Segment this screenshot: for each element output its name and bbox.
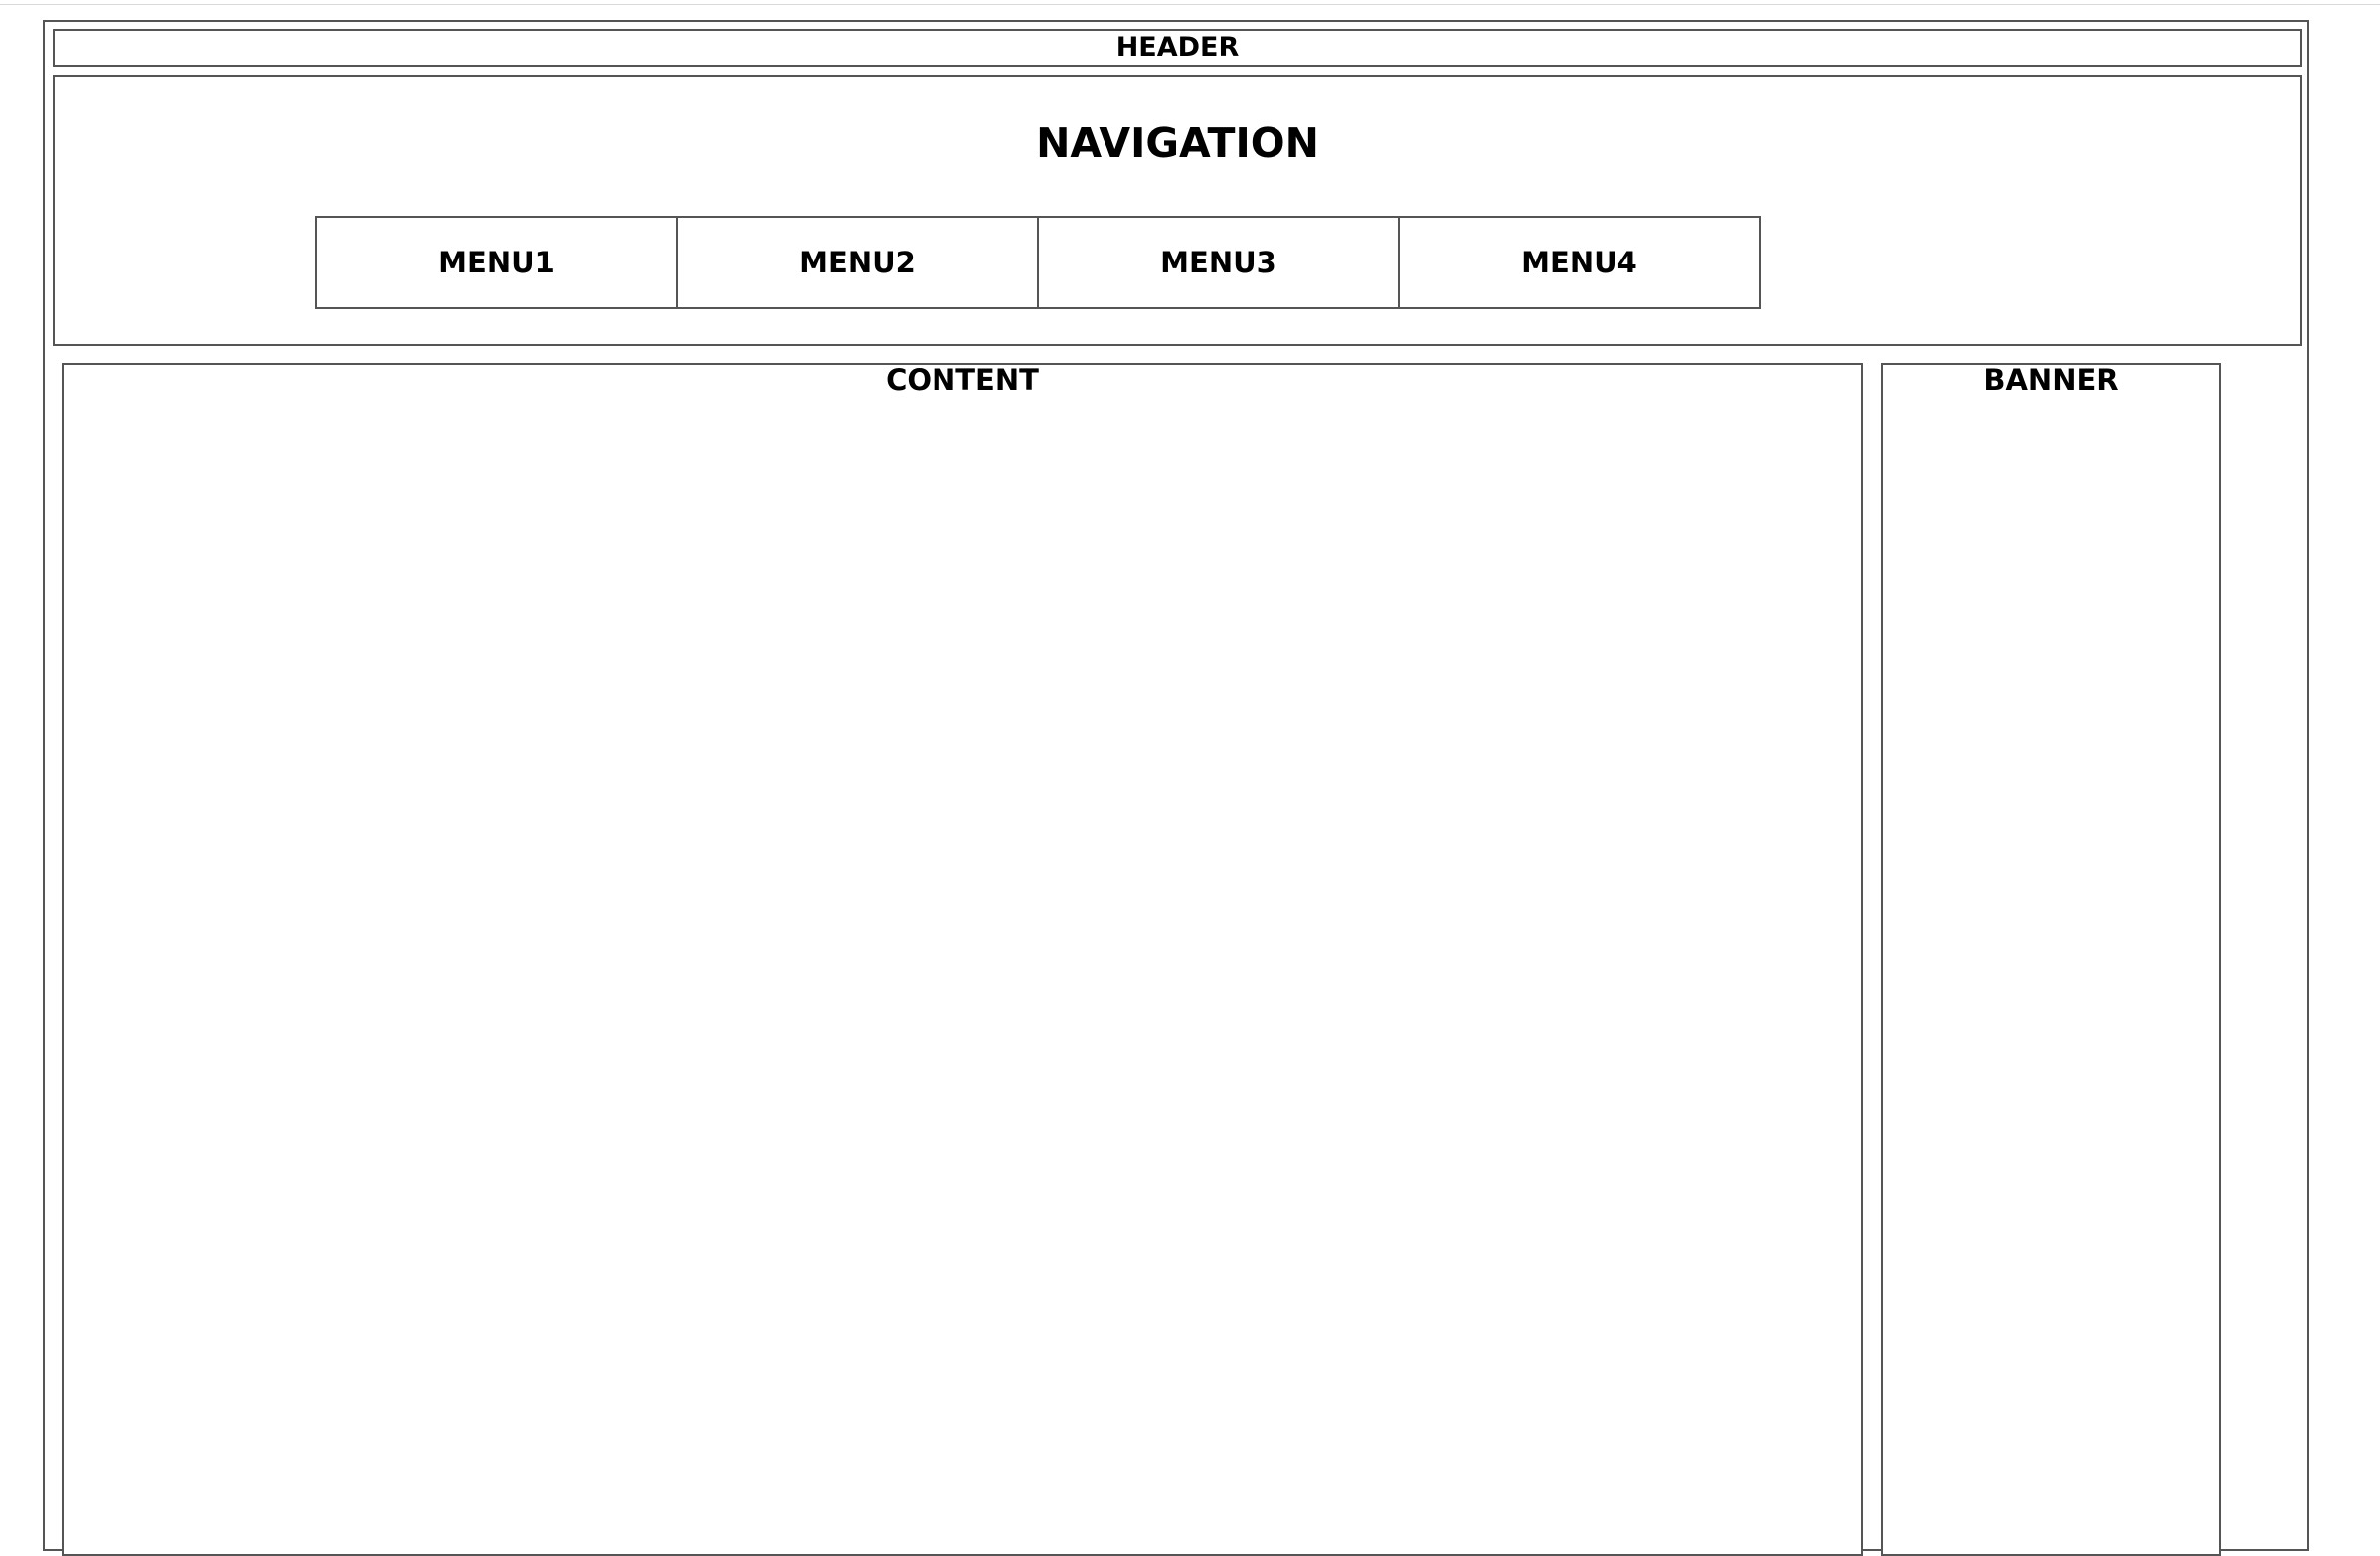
menu-item-4[interactable]: MENU4 [1400, 218, 1759, 307]
header-section: HEADER [53, 29, 2302, 67]
top-divider [0, 4, 2380, 5]
menu-item-2[interactable]: MENU2 [678, 218, 1039, 307]
banner-section: BANNER [1881, 363, 2221, 1556]
menu-bar: MENU1 MENU2 MENU3 MENU4 [315, 216, 1761, 309]
content-section: CONTENT [62, 363, 1863, 1556]
menu-item-3[interactable]: MENU3 [1039, 218, 1400, 307]
header-label: HEADER [1115, 32, 1240, 63]
banner-label: BANNER [1983, 363, 2119, 397]
menu-item-1[interactable]: MENU1 [317, 218, 678, 307]
content-label: CONTENT [886, 363, 1039, 397]
navigation-section: NAVIGATION MENU1 MENU2 MENU3 MENU4 [53, 75, 2302, 346]
navigation-title: NAVIGATION [1036, 119, 1319, 167]
